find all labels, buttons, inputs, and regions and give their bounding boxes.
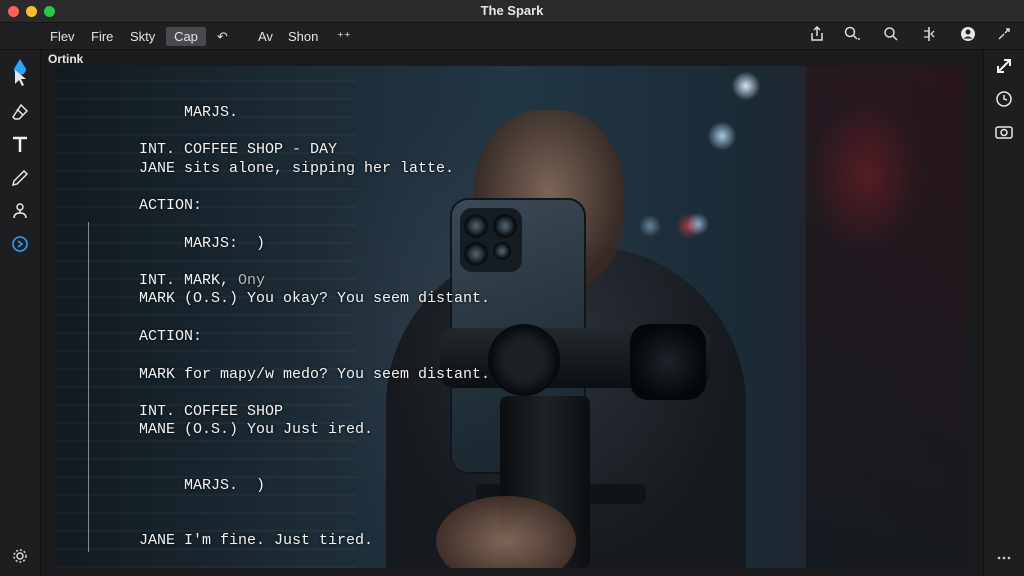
script-line[interactable]: INT. COFFEE SHOP - DAY [139, 141, 337, 158]
select-arrow-icon[interactable] [8, 66, 32, 90]
script-icon[interactable] [8, 232, 32, 256]
menu-item-shon[interactable]: Shon [283, 27, 323, 46]
script-line[interactable]: ACTION: [139, 328, 202, 345]
title-bar: The Spark [0, 0, 1024, 23]
script-line[interactable]: MARK (O.S.) You okay? You seem distant. [139, 290, 490, 307]
search-icon[interactable] [880, 26, 902, 46]
script-line[interactable]: MARJS: ) [184, 235, 265, 252]
account-icon[interactable] [957, 26, 979, 46]
collapse-icon[interactable] [993, 26, 1015, 46]
search-zoom-icon[interactable] [842, 26, 864, 46]
toolbar: Flev Fire Skty Cap ↶ Av Shon ⁺⁺ [0, 23, 1024, 50]
script-line[interactable]: MARK for mapy/w medo? You seem distant. [139, 366, 490, 383]
menu-item-fire[interactable]: Fire [86, 27, 118, 46]
node-icon[interactable] [8, 199, 32, 223]
screenplay-text[interactable]: MARJS. INT. COFFEE SHOP - DAY JANE sits … [56, 66, 966, 568]
script-line[interactable]: MARJS. ) [184, 477, 265, 494]
left-tool-strip [0, 50, 41, 576]
right-tool-strip [983, 50, 1024, 576]
text-tool-icon[interactable] [8, 133, 32, 157]
pen-icon[interactable] [8, 166, 32, 190]
eraser-icon[interactable] [8, 100, 32, 124]
ghost-text: Ony [238, 272, 266, 289]
expand-arrow-icon[interactable] [992, 54, 1016, 78]
menu-item-skty[interactable]: Skty [125, 27, 160, 46]
clock-icon[interactable] [992, 87, 1016, 111]
share-icon[interactable] [806, 25, 828, 46]
menu-item-more[interactable]: ⁺⁺ [332, 27, 356, 46]
undo-button[interactable]: ↶ [212, 27, 233, 46]
menu-item-av[interactable]: Av [253, 27, 278, 46]
script-line[interactable]: INT. MARK, Ony [139, 272, 265, 289]
split-icon[interactable] [918, 26, 940, 46]
script-line[interactable]: JANE I'm fine. Just tired. [139, 532, 373, 549]
more-icon[interactable] [992, 546, 1016, 570]
script-line[interactable]: MARJS. [184, 104, 238, 121]
script-line-text: INT. MARK, [139, 272, 239, 289]
script-line[interactable]: JANE sits alone, sipping her latte. [139, 160, 454, 177]
panel-label: Ortink [48, 52, 84, 66]
menu-item-flev[interactable]: Flev [45, 27, 80, 46]
script-line[interactable]: INT. COFFEE SHOP [139, 403, 283, 420]
settings-icon[interactable] [8, 544, 32, 568]
camera-icon[interactable] [992, 120, 1016, 144]
menu-item-cap[interactable]: Cap [166, 27, 206, 46]
script-canvas[interactable]: MARJS. INT. COFFEE SHOP - DAY JANE sits … [56, 66, 966, 568]
script-line[interactable]: ACTION: [139, 197, 202, 214]
window-title: The Spark [480, 3, 544, 18]
script-line[interactable]: MANE (O.S.) You Just ired. [139, 421, 373, 438]
